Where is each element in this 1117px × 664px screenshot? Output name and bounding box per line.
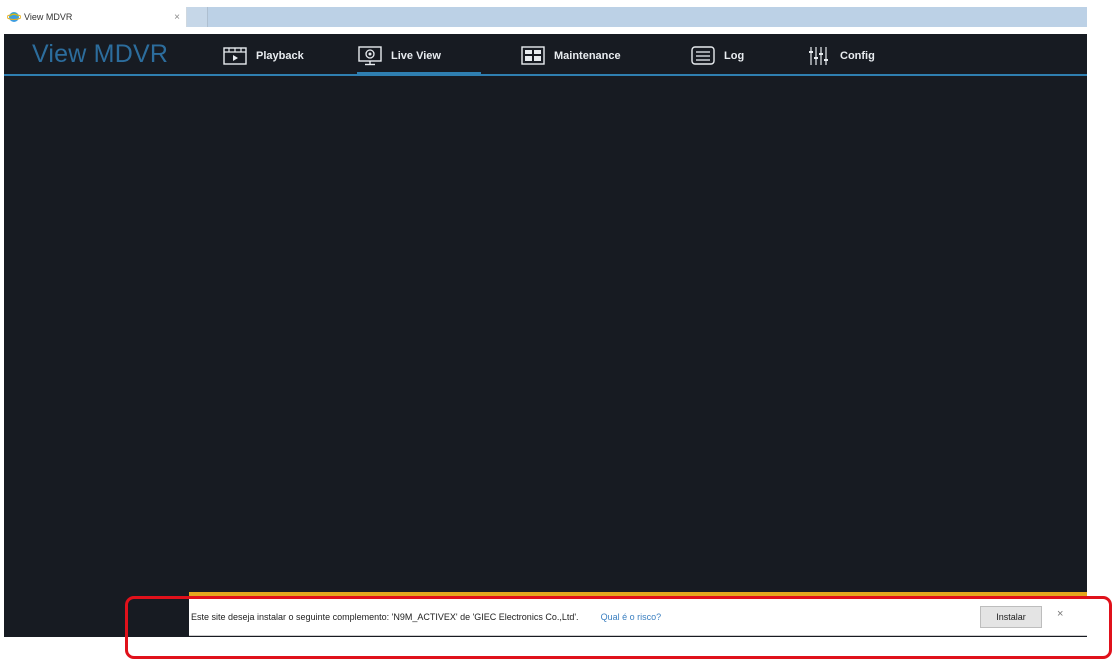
- tab-close-icon[interactable]: ×: [170, 12, 184, 23]
- new-tab-button[interactable]: [187, 7, 208, 27]
- nav-log-label: Log: [724, 50, 745, 62]
- nav-playback-label: Playback: [256, 50, 304, 62]
- nav-log[interactable]: Log: [690, 42, 744, 70]
- nav-live-view-label: Live View: [391, 50, 441, 62]
- close-icon[interactable]: ×: [1057, 608, 1063, 620]
- ie-globe-icon: [7, 12, 21, 22]
- tabstrip-background: [208, 7, 1087, 27]
- nav-maintenance[interactable]: Maintenance: [520, 42, 621, 70]
- install-button[interactable]: Instalar: [980, 606, 1042, 628]
- browser-tabbar: View MDVR ×: [0, 0, 1087, 27]
- nav-live-view[interactable]: Live View: [357, 42, 481, 75]
- playback-icon: [223, 47, 247, 65]
- top-navigation: View MDVR Playback Live View Maintenance…: [4, 34, 1087, 76]
- maintenance-icon: [521, 46, 545, 65]
- addon-notification-bar: Este site deseja instalar o seguinte com…: [189, 598, 1087, 636]
- browser-tab[interactable]: View MDVR ×: [3, 7, 187, 27]
- risk-link[interactable]: Qual é o risco?: [601, 612, 662, 622]
- monitor-icon: [358, 46, 382, 66]
- addon-message: Este site deseja instalar o seguinte com…: [191, 611, 579, 622]
- nav-playback[interactable]: Playback: [222, 42, 304, 70]
- tab-title: View MDVR: [24, 12, 73, 22]
- nav-maintenance-label: Maintenance: [554, 50, 621, 62]
- nav-config-label: Config: [840, 50, 875, 62]
- nav-config[interactable]: Config: [806, 42, 875, 70]
- brand-logo: View MDVR: [32, 40, 169, 68]
- mdvr-app: View MDVR Playback Live View Maintenance…: [4, 34, 1087, 637]
- log-icon: [691, 46, 715, 65]
- sliders-icon: [809, 47, 828, 65]
